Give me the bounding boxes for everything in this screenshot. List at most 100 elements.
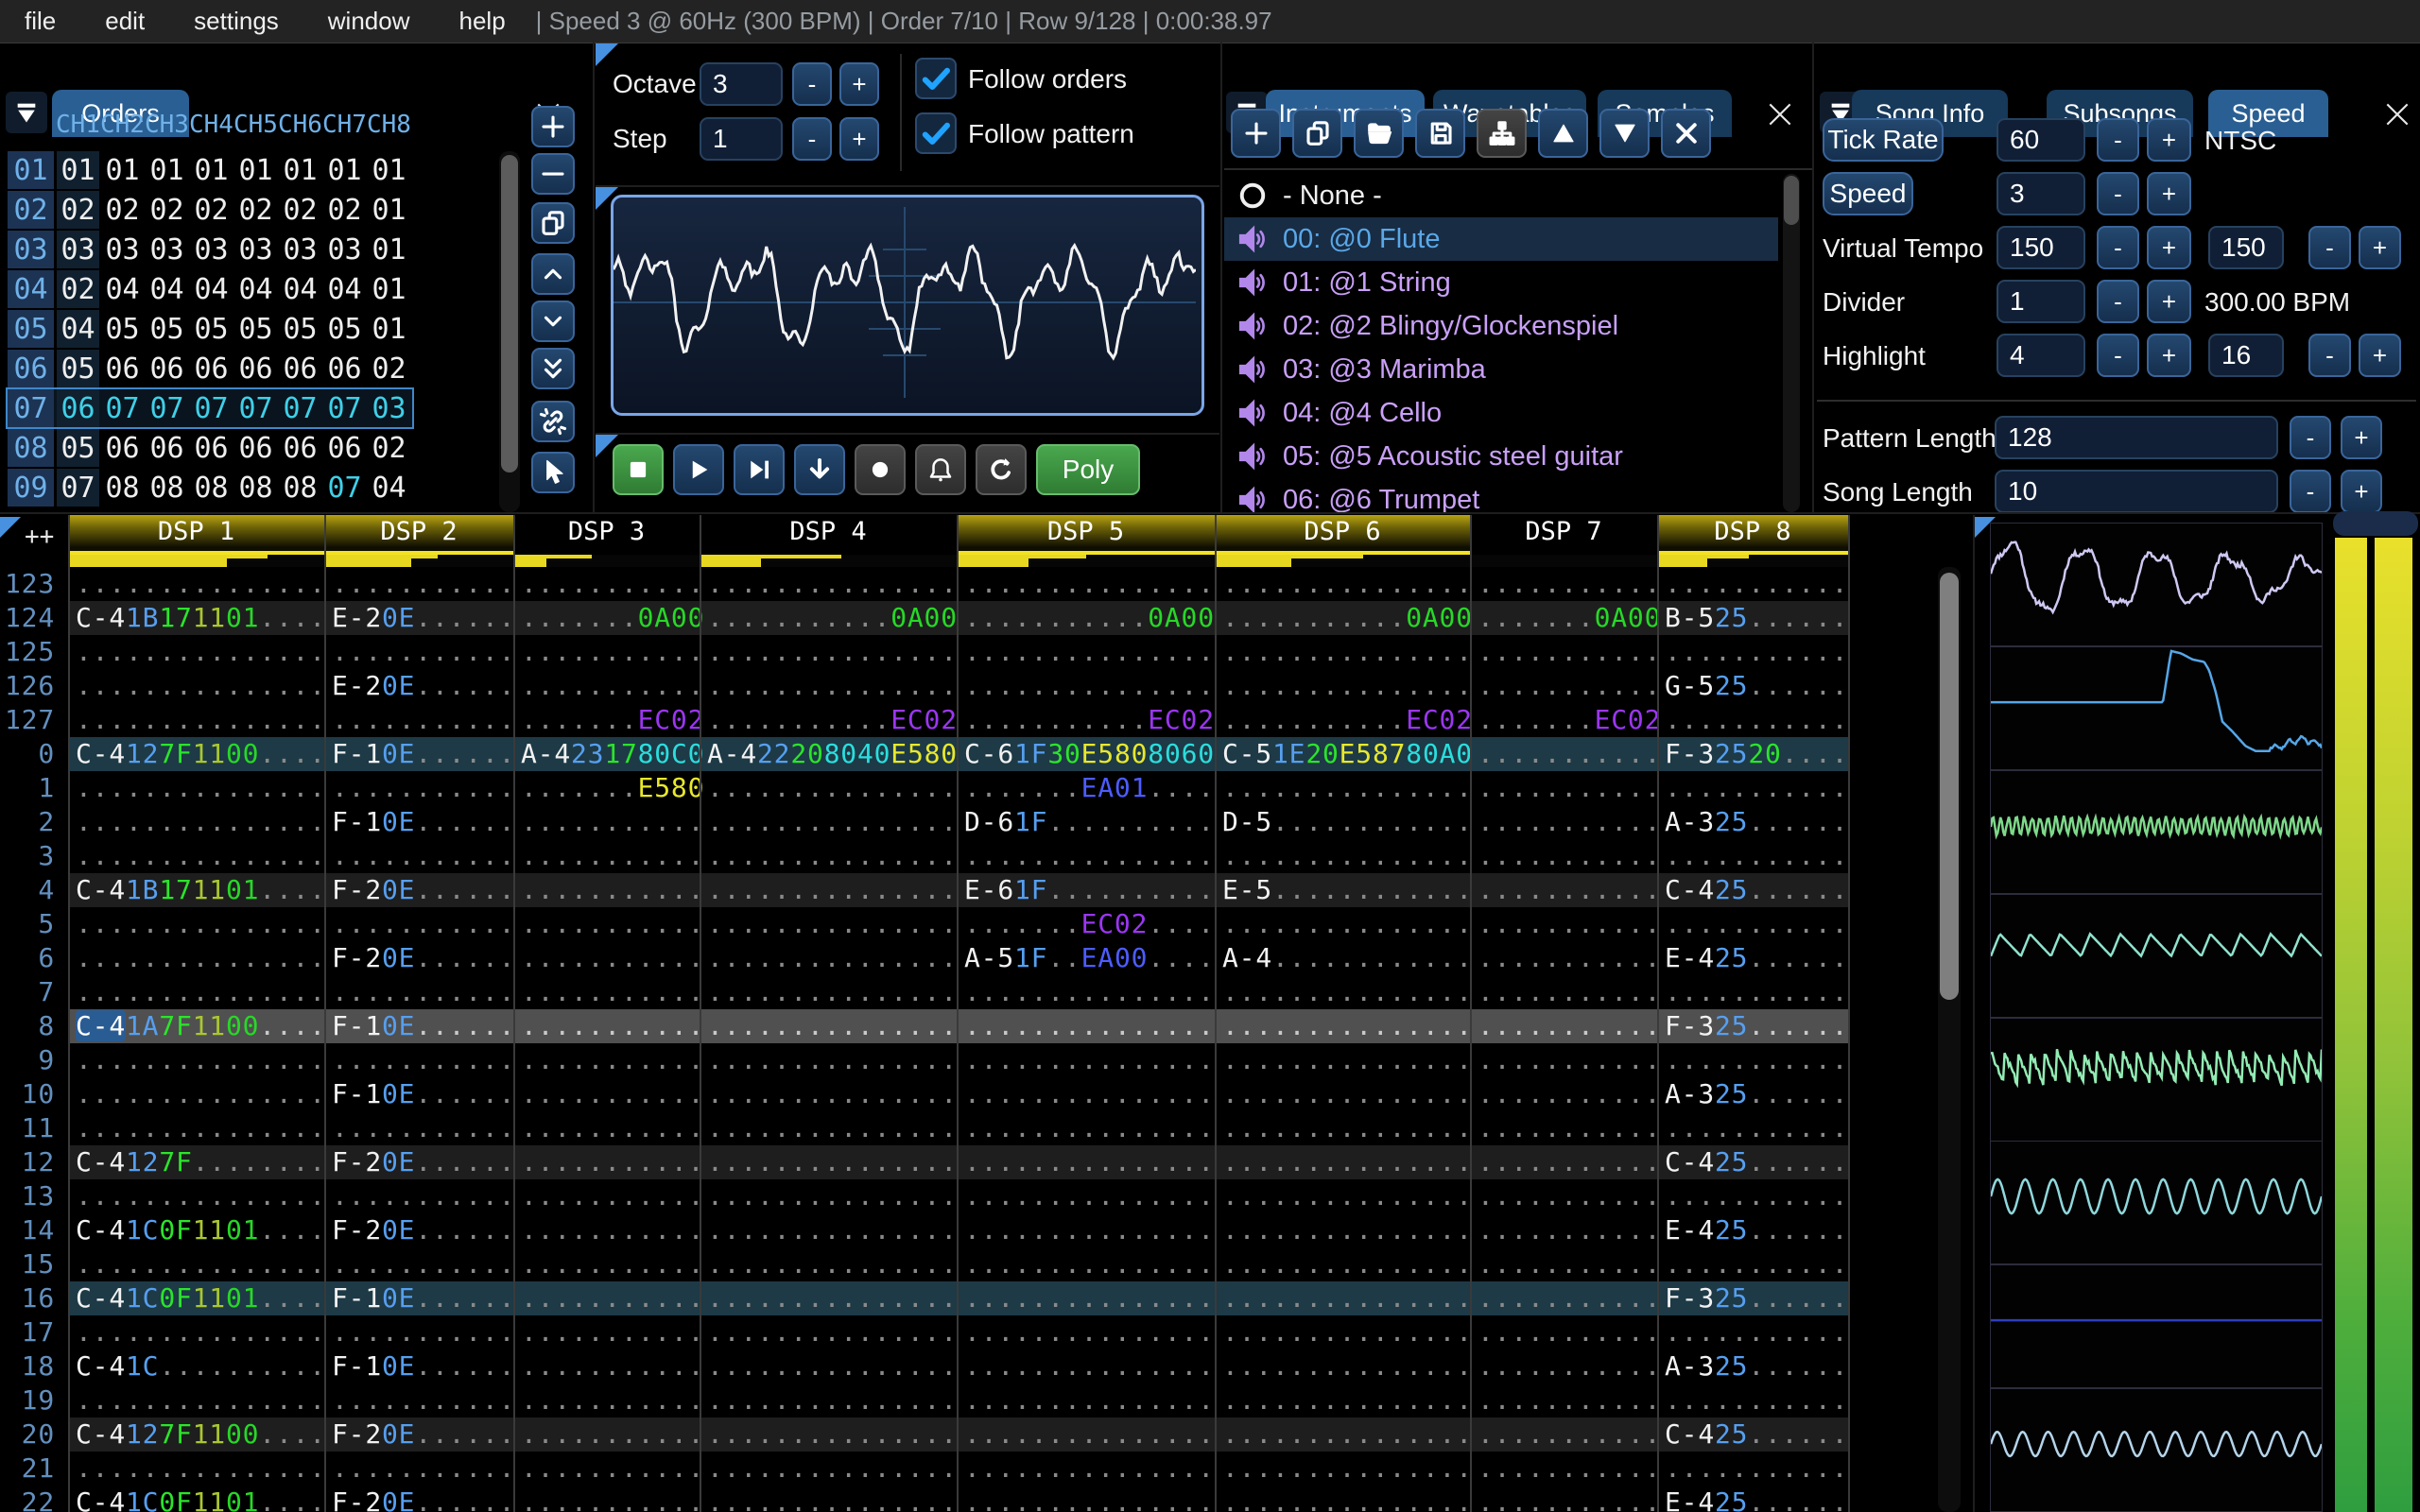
pattern-cell[interactable]: ............... [68,907,325,941]
pattern-cell[interactable]: ............... [1215,1111,1472,1145]
pattern-cell[interactable]: ............... [957,1281,1215,1315]
order-cell[interactable]: 04 [190,270,233,308]
pattern-scrollbar[interactable] [1938,567,1961,1512]
channel-header-5[interactable]: DSP 5 [957,515,1215,567]
song-length-decrease-button[interactable]: - [2290,470,2331,513]
poly-mono-toggle-button[interactable]: Poly [1036,444,1140,495]
order-cell[interactable]: 01 [101,151,144,189]
order-cell[interactable]: 05 [190,310,233,348]
order-cell[interactable]: 01 [279,151,321,189]
order-row-02[interactable]: 02 02 02 02 02 02 02 02 01 [8,191,412,229]
order-cell[interactable]: 06 [323,429,366,467]
pattern-length-decrease-button[interactable]: - [2290,416,2331,459]
pattern-cell[interactable]: ........... [1657,703,1848,737]
move-order-down-button[interactable] [531,301,575,342]
order-row-09[interactable]: 09 07 08 08 08 08 08 07 04 [8,469,412,507]
speed-close-button[interactable] [2380,97,2414,131]
pattern-cell[interactable]: ............... [700,1486,957,1512]
pattern-cell[interactable]: ........... [324,567,514,601]
pattern-cell[interactable]: ............... [700,1383,957,1418]
instrument-item[interactable]: 06: @6 Trumpet [1224,478,1778,512]
divider-increase-button[interactable]: + [2147,280,2191,323]
pattern-cell[interactable]: ............... [68,703,325,737]
pattern-cell[interactable]: .......E580 [513,771,703,805]
pattern-cell[interactable]: ........... [1470,839,1660,873]
pattern-cell[interactable]: ............... [68,1452,325,1486]
pattern-cell[interactable]: ............... [68,1383,325,1418]
order-row-01[interactable]: 01 01 01 01 01 01 01 01 01 [8,151,412,189]
instrument-item[interactable]: 02: @2 Blingy/Glockenspiel [1224,304,1778,348]
octave-input[interactable]: 3 [700,62,783,106]
pattern-cell[interactable]: A-422208040E580 [700,737,957,771]
orders-scrollbar-thumb[interactable] [501,155,518,472]
pattern-cell[interactable]: F-10E...... [324,1349,514,1383]
order-cell[interactable]: 03 [146,231,188,268]
pattern-cell[interactable]: ........... [1470,1043,1660,1077]
order-cell[interactable]: 01 [234,151,277,189]
pattern-cell[interactable]: ........... [1470,1418,1660,1452]
menu-help[interactable]: help [435,7,530,36]
pattern-cell[interactable]: ............... [1215,907,1472,941]
pattern-cell[interactable]: ............... [1215,1486,1472,1512]
pattern-cell[interactable]: ...........0A00 [1215,601,1472,635]
order-cell[interactable]: 03 [57,231,99,268]
menu-edit[interactable]: edit [80,7,169,36]
pattern-cell[interactable]: C-41B171101.... [68,601,325,635]
pattern-cell[interactable]: ........... [324,1383,514,1418]
pattern-cell[interactable]: ............... [957,1145,1215,1179]
pattern-cell[interactable]: ............... [700,771,957,805]
pattern-cell[interactable]: A-4............ [1215,941,1472,975]
step-decrease-button[interactable]: - [792,117,832,161]
pattern-cell[interactable]: ........... [513,1213,703,1247]
pattern-cell[interactable]: ........... [1470,873,1660,907]
pattern-cell[interactable]: ........... [1470,1179,1660,1213]
pattern-cell[interactable]: F-20E...... [324,1418,514,1452]
pattern-cell[interactable]: F-10E...... [324,737,514,771]
pattern-cell[interactable]: F-20E...... [324,1145,514,1179]
pattern-cell[interactable]: ............... [700,1145,957,1179]
pattern-cell[interactable]: ............... [700,941,957,975]
order-cell[interactable]: 03 [368,389,410,427]
pattern-cell[interactable]: ............... [700,1281,957,1315]
instrument-folders-button[interactable] [1477,109,1527,158]
pattern-cell[interactable]: E-20E...... [324,669,514,703]
stop-button[interactable] [613,444,664,495]
order-row-04[interactable]: 04 02 04 04 04 04 04 04 01 [8,270,412,308]
order-cell[interactable]: 01 [368,310,410,348]
pattern-cell[interactable]: ........... [513,1179,703,1213]
pattern-cell[interactable]: ...........0A00 [957,601,1215,635]
pattern-cell[interactable]: ............... [68,941,325,975]
pattern-cell[interactable]: ............... [1215,1043,1472,1077]
order-cell[interactable]: 04 [101,270,144,308]
pattern-cell[interactable]: ........... [513,873,703,907]
pattern-cell[interactable]: ............... [700,1452,957,1486]
pattern-cell[interactable]: ............... [700,805,957,839]
order-cell[interactable]: 06 [279,429,321,467]
speed-decrease-button[interactable]: - [2097,172,2139,215]
pattern-cell[interactable]: A-325...... [1657,805,1848,839]
pattern-cell[interactable]: ........... [1657,907,1848,941]
pattern-cell[interactable]: ............... [957,1452,1215,1486]
pattern-cell[interactable]: ............... [700,1349,957,1383]
channel-header-6[interactable]: DSP 6 [1215,515,1470,567]
pattern-cell[interactable]: ............... [68,567,325,601]
pattern-cell[interactable]: ........... [513,1452,703,1486]
follow-orders-checkbox[interactable] [915,58,957,99]
pattern-cell[interactable]: ............... [700,669,957,703]
speed-increase-button[interactable]: + [2147,172,2191,215]
pattern-cell[interactable]: D-61F.......... [957,805,1215,839]
pattern-cell[interactable]: ............... [700,1009,957,1043]
pattern-cell[interactable]: ............... [68,1179,325,1213]
pattern-cell[interactable]: ........... [1657,839,1848,873]
channel-header-4[interactable]: DSP 4 [700,515,957,567]
octave-decrease-button[interactable]: - [792,62,832,106]
order-cell[interactable]: 02 [279,191,321,229]
pattern-cell[interactable]: ............... [700,1077,957,1111]
pattern-cell[interactable]: ........... [513,1247,703,1281]
pattern-cell[interactable]: ............... [68,669,325,703]
pattern-cell[interactable]: C-41A7F1100.... [68,1009,325,1043]
pattern-cell[interactable]: C-4127F1100.... [68,737,325,771]
pattern-cell[interactable]: F-10E...... [324,805,514,839]
instrument-item[interactable]: 01: @1 String [1224,261,1778,304]
highlight-second-decrease-button[interactable]: - [2308,334,2351,377]
